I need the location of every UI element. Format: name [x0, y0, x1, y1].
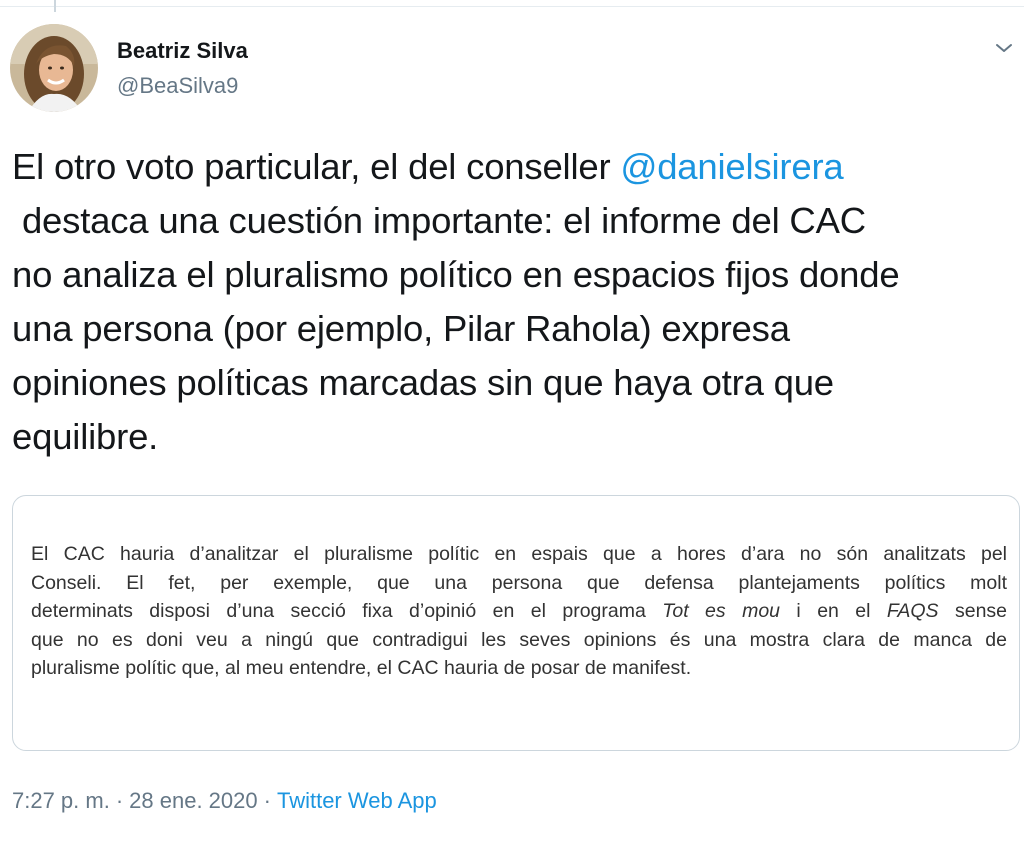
tweet-text-segment: opiniones políticas marcadas sin que hay… — [12, 362, 834, 403]
tweet-line: El otro voto particular, el del conselle… — [12, 140, 1012, 194]
tweet-line: destaca una cuestión importante: el info… — [12, 194, 1012, 248]
tweet-date[interactable]: 28 ene. 2020 — [129, 788, 257, 813]
chevron-down-icon[interactable] — [992, 36, 1016, 60]
tweet-metadata: 7:27 p. m. · 28 ene. 2020 · Twitter Web App — [12, 788, 437, 814]
document-line: El CAC hauria d’analitzar el pluralisme … — [31, 543, 1007, 565]
tweet-text-segment: El otro voto particular, el del conselle… — [12, 146, 621, 187]
author-handle[interactable]: @BeaSilva9 — [117, 73, 238, 99]
document-line: Conseli. El fet, per exemple, que una pe… — [31, 571, 1007, 594]
tweet-text-segment: no analiza el pluralismo político en esp… — [12, 254, 900, 295]
avatar-image — [10, 24, 98, 112]
tweet-text-segment: equilibre. — [12, 416, 159, 457]
tweet-line: no analiza el pluralismo político en esp… — [12, 248, 1012, 302]
document-line: pluralisme polític que, al meu entendre,… — [31, 657, 692, 679]
tweet-text-segment: una persona (por ejemplo, Pilar Rahola) … — [12, 308, 790, 349]
avatar[interactable] — [10, 24, 98, 112]
tweet-line: equilibre. — [12, 410, 1012, 464]
document-text: sense — [938, 600, 1008, 622]
program-name: Tot es mou — [662, 600, 781, 622]
document-excerpt: El CAC hauria d’analitzar el pluralisme … — [31, 540, 1007, 683]
program-name: FAQS — [886, 600, 939, 622]
mention-link[interactable]: @danielsirera — [620, 146, 843, 187]
document-line: determinats disposi d’una secció fixa d’… — [31, 597, 1007, 626]
tweet-text-segment: destaca una cuestión importante: el info… — [12, 200, 866, 241]
meta-separator: · — [263, 788, 271, 813]
meta-separator: · — [115, 788, 124, 813]
document-line: que no es doni veu a ningú que contradig… — [31, 628, 1007, 651]
document-text: i en el — [780, 600, 887, 622]
top-divider — [0, 0, 1024, 7]
tweet-line: una persona (por ejemplo, Pilar Rahola) … — [12, 302, 1012, 356]
document-text: determinats disposi d’una secció fixa d’… — [31, 600, 663, 622]
tweet-time[interactable]: 7:27 p. m. — [12, 788, 110, 813]
tweet-text: El otro voto particular, el del conselle… — [12, 140, 1012, 464]
tweet-line: opiniones políticas marcadas sin que hay… — [12, 356, 1012, 410]
thread-connector-line — [54, 0, 56, 12]
source-link[interactable]: Twitter Web App — [277, 788, 437, 813]
attached-image-card[interactable]: El CAC hauria d’analitzar el pluralisme … — [12, 495, 1020, 751]
author-display-name[interactable]: Beatriz Silva — [117, 38, 248, 64]
